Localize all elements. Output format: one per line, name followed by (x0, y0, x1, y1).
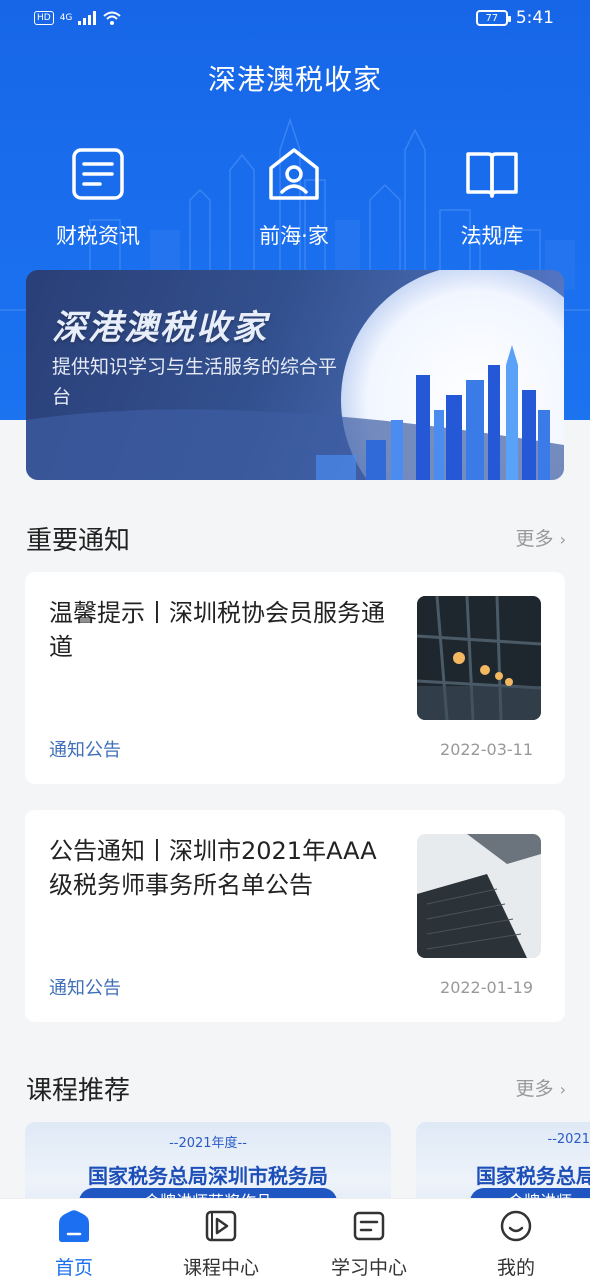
banner-subtitle: 提供知识学习与生活服务的综合平台 (52, 356, 338, 408)
course-title: 国家税务总局深圳市税务局 (88, 1164, 328, 1188)
shortcut-label: 法规库 (460, 224, 524, 248)
courses-more-link[interactable]: 更多 › (516, 1074, 566, 1101)
notice-date: 2022-03-11 (440, 740, 533, 759)
tab-learning[interactable]: 学习中心 (309, 1209, 429, 1278)
tab-label: 课程中心 (182, 1257, 259, 1278)
courses-header: 课程推荐 更多 › (26, 1070, 566, 1110)
section-title: 重要通知 (26, 526, 131, 556)
chevron-right-icon: › (559, 530, 566, 549)
clock: 5:41 (515, 8, 554, 28)
tab-label: 学习中心 (330, 1257, 407, 1278)
network-label: 4G (59, 13, 73, 23)
home-person-icon (269, 148, 319, 200)
hd-badge: HD (34, 11, 54, 25)
notice-date: 2022-01-19 (440, 978, 533, 997)
status-bar: HD 4G 77 5:41 (0, 0, 590, 40)
skyscraper-image (417, 834, 541, 958)
window-lamps-image (417, 596, 541, 720)
shortcut-law-library[interactable]: 法规库 (422, 146, 562, 250)
home-icon (59, 1210, 89, 1242)
tab-home[interactable]: 首页 (14, 1209, 134, 1278)
notice-title: 温馨提示丨深圳税协会员服务通道 (49, 599, 385, 661)
book-icon (466, 152, 518, 198)
page-title: 深港澳税收家 (207, 63, 382, 96)
course-year: --2021 (547, 1132, 590, 1147)
tab-mine[interactable]: 我的 (456, 1209, 576, 1278)
tab-label: 首页 (54, 1257, 93, 1278)
section-title: 课程推荐 (26, 1076, 131, 1106)
notice-thumbnail (417, 834, 541, 958)
signal-icon (78, 11, 97, 25)
tab-courses[interactable]: 课程中心 (161, 1209, 281, 1278)
course-title: 国家税务总局 (476, 1164, 590, 1188)
notice-thumbnail (417, 596, 541, 720)
notice-card[interactable]: 温馨提示丨深圳税协会员服务通道 通知公告 2022-03-11 (25, 572, 565, 784)
notices-more-link[interactable]: 更多 › (516, 524, 566, 551)
shortcut-label: 财税资讯 (56, 224, 140, 248)
shortcut-qianhai-home[interactable]: 前海·家 (224, 146, 364, 250)
battery-icon: 77 (475, 10, 511, 26)
notes-icon (353, 1211, 385, 1241)
more-label: 更多 (515, 1078, 554, 1100)
chevron-right-icon: › (559, 1080, 566, 1099)
shortcut-label: 前海·家 (259, 224, 329, 248)
notice-tag[interactable]: 通知公告 (49, 974, 121, 1000)
notice-card[interactable]: 公告通知丨深圳市2021年AAA级税务师事务所名单公告 通知公告 2022-01… (25, 810, 565, 1022)
notice-title: 公告通知丨深圳市2021年AAA级税务师事务所名单公告 (49, 837, 377, 899)
notice-tag[interactable]: 通知公告 (49, 736, 121, 762)
notices-header: 重要通知 更多 › (26, 520, 566, 560)
video-icon (205, 1210, 237, 1242)
banner-title: 深港澳税收家 (52, 308, 268, 348)
shortcut-tax-news[interactable]: 财税资讯 (28, 146, 168, 250)
wifi-icon (103, 11, 122, 25)
document-icon (72, 148, 124, 200)
bottom-tab-bar: 首页 课程中心 学习中心 我的 (0, 1198, 590, 1278)
battery-level: 77 (485, 12, 499, 24)
promo-banner[interactable]: 深港澳税收家 提供知识学习与生活服务的综合平台 (26, 270, 564, 480)
course-year: --2021年度-- (169, 1136, 247, 1151)
tab-label: 我的 (496, 1257, 535, 1278)
more-label: 更多 (515, 528, 554, 550)
smile-icon (500, 1210, 532, 1242)
